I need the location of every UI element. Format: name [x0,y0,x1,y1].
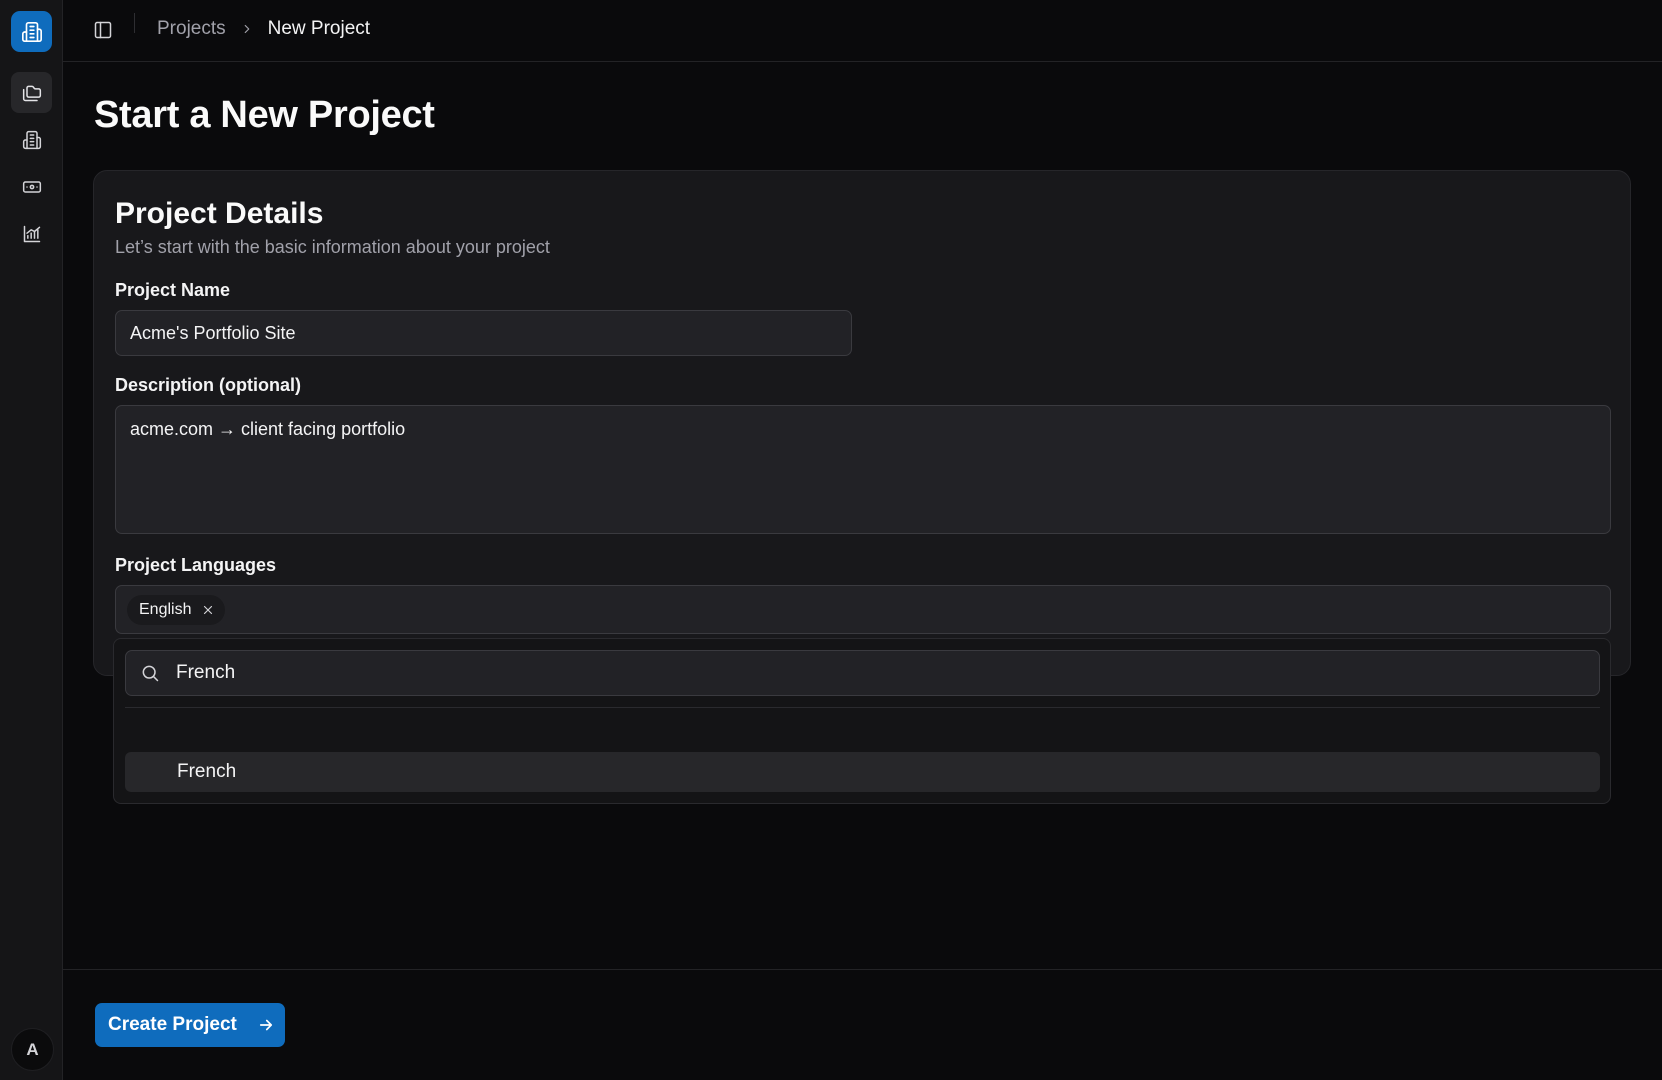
project-name-value: Acme's Portfolio Site [130,322,296,343]
language-search-input[interactable]: French [125,650,1600,696]
language-chip: English [127,594,226,625]
project-details-card: Project Details Let’s start with the bas… [93,170,1631,676]
create-project-label: Create Project [108,1014,237,1035]
building-icon [21,21,42,42]
languages-multiselect[interactable]: English [115,585,1611,634]
sidebar-item-organizations[interactable] [11,119,52,160]
top-header: Projects New Project [63,0,1662,62]
folders-icon [22,85,41,101]
description-textarea[interactable]: acme.com → client facing portfolio [115,405,1611,534]
language-chip-label: English [139,600,192,618]
sidebar-item-billing[interactable] [11,166,52,207]
footer-divider [63,969,1662,970]
building-icon [22,130,41,149]
banknote-icon [22,180,41,193]
page-title: Start a New Project [94,94,435,136]
language-dropdown: French French [113,638,1611,804]
sidebar-item-analytics[interactable] [11,213,52,254]
chart-icon [23,225,40,242]
dropdown-divider [125,707,1600,708]
breadcrumb: Projects New Project [157,18,370,40]
sidebar-toggle-button[interactable] [92,19,114,41]
create-project-button[interactable]: Create Project [95,1003,285,1047]
language-search-value: French [176,662,236,683]
project-name-input[interactable]: Acme's Portfolio Site [115,310,852,356]
sidebar: A [0,0,63,1080]
languages-label: Project Languages [115,555,277,575]
header-divider [134,13,135,33]
search-icon [140,663,160,683]
breadcrumb-current: New Project [267,18,371,39]
sidebar-item-projects[interactable] [11,72,52,113]
card-subtitle: Let’s start with the basic information a… [115,237,550,257]
description-label: Description (optional) [115,375,301,395]
arrow-right-icon [257,1016,275,1034]
language-option[interactable]: French [125,752,1600,792]
sidebar-toggle-icon [94,21,112,39]
avatar[interactable]: A [11,1028,54,1071]
app-logo[interactable] [11,11,52,52]
language-option-label: French [177,761,237,782]
card-title: Project Details [115,197,324,230]
project-name-label: Project Name [115,280,231,300]
chevron-right-icon [240,22,254,36]
breadcrumb-projects-link[interactable]: Projects [157,18,226,40]
description-value: acme.com → client facing portfolio [130,419,406,439]
avatar-initial: A [26,1039,39,1059]
close-icon[interactable] [201,603,215,617]
